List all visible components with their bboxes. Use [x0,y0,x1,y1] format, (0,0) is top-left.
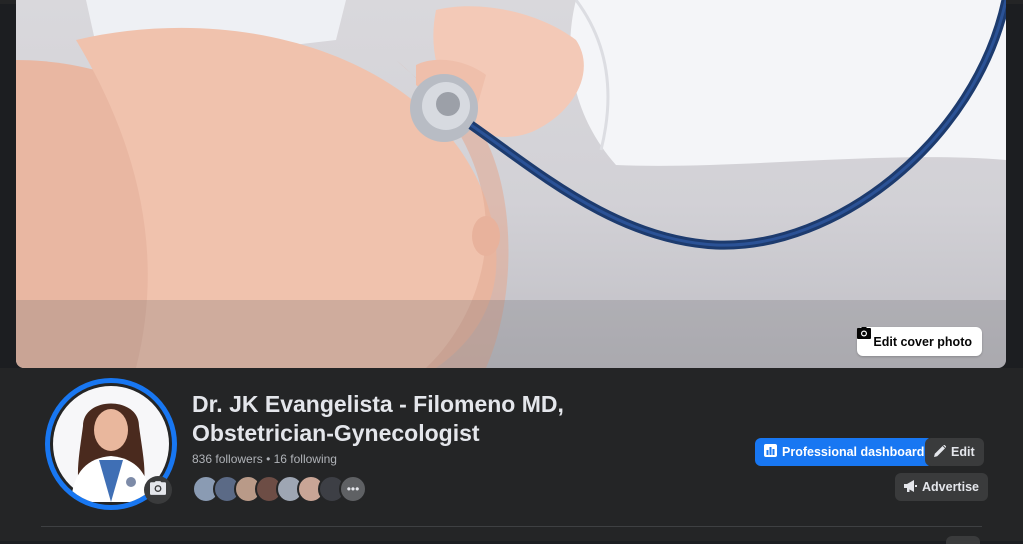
following-link[interactable]: 16 following [274,452,337,466]
more-followers-button[interactable]: ••• [339,475,367,503]
edit-cover-photo-button[interactable]: Edit cover photo [857,327,982,356]
more-options-button[interactable] [946,536,980,544]
dashboard-icon [764,444,777,460]
profile-header: Dr. JK Evangelista - Filomeno MD, Obstet… [0,368,1023,541]
pencil-icon [934,444,947,460]
profile-name: Dr. JK Evangelista - Filomeno MD, Obstet… [192,390,622,448]
cover-photo[interactable]: Edit cover photo [16,0,1006,368]
advertise-label: Advertise [922,480,979,494]
edit-label: Edit [951,445,975,459]
edit-profile-button[interactable]: Edit [925,438,984,466]
followers-link[interactable]: 836 followers [192,452,263,466]
follower-avatars: ••• [192,475,382,503]
profile-name-line2: Obstetrician-Gynecologist [192,420,480,446]
megaphone-icon [904,479,917,495]
profile-name-line1: Dr. JK Evangelista - Filomeno MD, [192,391,564,417]
professional-dashboard-label: Professional dashboard [782,445,925,459]
edit-cover-photo-label: Edit cover photo [873,334,972,349]
follow-counts: 836 followers • 16 following [192,452,337,466]
update-profile-picture-button[interactable] [144,476,172,504]
advertise-button[interactable]: Advertise [895,473,988,501]
separator-dot: • [266,452,271,466]
more-icon: ••• [346,482,360,496]
cover-image [16,0,1006,368]
header-divider [41,526,982,527]
professional-dashboard-button[interactable]: Professional dashboard [755,438,934,466]
camera-icon [150,480,166,500]
